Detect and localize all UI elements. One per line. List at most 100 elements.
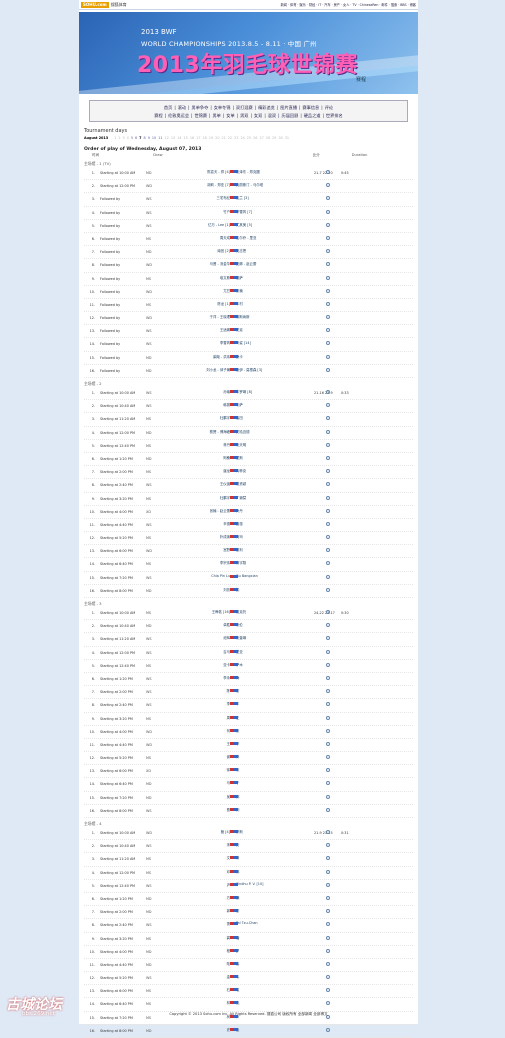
player-2[interactable]: 姜惠 [236,521,292,526]
player-1[interactable]: 亚卡 [174,662,230,667]
player-2[interactable]: Sindhu P. V. [10] [236,882,292,886]
match-details-icon[interactable] [326,988,330,993]
player-2[interactable]: 杰奎琳 [236,635,292,640]
day-link[interactable]: 4 [127,136,129,140]
player-2[interactable]: 阮天明 [236,442,292,447]
player-2[interactable]: 魏 [236,895,292,900]
player-1[interactable]: 李永 [174,675,230,680]
match-details-icon[interactable] [326,843,330,848]
player-1[interactable]: 尹 [174,882,230,887]
player-1[interactable]: Chia Pin Lu [174,574,230,578]
player-1[interactable]: 三宅布纪 [174,195,230,200]
match-details-icon[interactable] [326,235,330,240]
nav-item[interactable]: 世界排名 [326,113,343,118]
day-link[interactable]: 7 [139,136,141,140]
player-2[interactable]: 安 [236,842,292,847]
player-2[interactable]: 罗 [236,948,292,953]
player-2[interactable]: 乔丹 [236,508,292,513]
day-link[interactable]: 19 [209,136,213,140]
player-2[interactable]: 张 [236,728,292,733]
player-2[interactable]: 尤其美 [5] [236,222,292,227]
player-1[interactable]: 蔡赟 - 傅海峰 [174,429,230,434]
player-2[interactable]: 车 [236,701,292,706]
player-2[interactable]: 邱 [236,869,292,874]
player-1[interactable]: 郭 [174,908,230,913]
player-2[interactable]: 吴志恩 [236,248,292,253]
player-2[interactable]: 黄宇翔 [236,560,292,565]
match-details-icon[interactable] [326,1001,330,1006]
day-link[interactable]: 28 [266,136,270,140]
match-details-icon[interactable] [326,390,330,394]
player-2[interactable]: 阿玛 [236,534,292,539]
player-2[interactable]: 克丽斯汀 - 马尔塔 [236,182,292,187]
player-2[interactable]: 伊斯 [236,829,292,834]
player-2[interactable]: 韦 [236,974,292,979]
player-1[interactable]: 亿万 - Lee [1] [174,222,230,227]
player-2[interactable]: 于 [236,780,292,785]
nav-item[interactable]: 男单 [212,113,220,118]
player-1[interactable]: 方 [174,895,230,900]
player-2[interactable]: 袁 [236,987,292,992]
nav-item[interactable]: 双打混赛 [236,105,253,110]
match-details-icon[interactable] [326,869,330,874]
player-1[interactable]: 林 [174,1000,230,1005]
nav-item[interactable]: 历届回顾 [282,113,299,118]
player-1[interactable]: 谌龙 [174,468,230,473]
player-2[interactable]: 詹 [236,688,292,693]
player-1[interactable]: 李 [174,701,230,706]
player-1[interactable]: 竹户 [174,209,230,214]
match-details-icon[interactable] [326,535,330,540]
match-details-icon[interactable] [326,455,330,460]
match-details-icon[interactable] [326,689,330,694]
player-1[interactable]: 陈嘉天 - 郑 [4] [174,169,230,174]
nav-item[interactable]: 世锦赛 [194,113,207,118]
match-details-icon[interactable] [326,728,330,733]
match-details-icon[interactable] [326,315,330,320]
player-2[interactable]: 李 [236,741,292,746]
match-details-icon[interactable] [326,649,330,654]
match-details-icon[interactable] [326,909,330,914]
player-2[interactable]: 长泽东 - 郑克圆 [236,169,292,174]
player-1[interactable]: 王适娴 [174,327,230,332]
day-link[interactable]: 11 [158,136,162,140]
player-1[interactable]: 宫野 [174,547,230,552]
day-link[interactable]: 10 [152,136,156,140]
day-link[interactable]: 23 [234,136,238,140]
day-link[interactable]: 25 [247,136,251,140]
match-details-icon[interactable] [326,768,330,773]
player-1[interactable]: 胡莉 - 郑亚 [7] [174,182,230,187]
player-2[interactable]: 帕克 [236,327,292,332]
player-1[interactable]: 王睁茗 [16] [174,609,230,614]
player-1[interactable]: 卓胜 [174,622,230,627]
player-1[interactable]: 何 [174,728,230,733]
match-details-icon[interactable] [326,662,330,667]
player-1[interactable]: 鲍 [4] [174,829,230,834]
player-2[interactable]: 里斯 [236,455,292,460]
match-details-icon[interactable] [326,249,330,254]
player-2[interactable]: 戴资颖 [236,481,292,486]
match-details-icon[interactable] [326,610,330,614]
player-2[interactable]: 穆斯肯斯 [236,314,292,319]
match-details-icon[interactable] [326,702,330,707]
player-1[interactable]: 南宫 [2] [174,248,230,253]
match-details-icon[interactable] [326,416,330,421]
top-links[interactable]: 新闻 · 体育 · 娱乐 · 财经 · IT · 汽车 · 房产 · 女人 · … [281,2,416,7]
nav-item[interactable]: 伦敦奥运会 [168,113,189,118]
player-2[interactable]: 高 [236,961,292,966]
match-details-icon[interactable] [326,961,330,966]
match-details-icon[interactable] [326,856,330,861]
day-link[interactable]: 6 [135,136,137,140]
player-1[interactable]: 邓 [174,869,230,874]
match-details-icon[interactable] [326,895,330,900]
match-details-icon[interactable] [326,429,330,434]
player-1[interactable]: 杜鹏宇 [174,415,230,420]
player-2[interactable]: 鲍伊 - 莫根森 [3] [236,367,292,372]
match-details-icon[interactable] [326,975,330,980]
nav-item[interactable]: 硬品之道 [304,113,321,118]
match-details-icon[interactable] [326,807,330,812]
day-link[interactable]: 24 [240,136,244,140]
player-1[interactable]: 陈龙 [1] [174,301,230,306]
match-details-icon[interactable] [326,469,330,474]
player-2[interactable]: 陈 [236,767,292,772]
day-link[interactable]: 5 [131,136,133,140]
